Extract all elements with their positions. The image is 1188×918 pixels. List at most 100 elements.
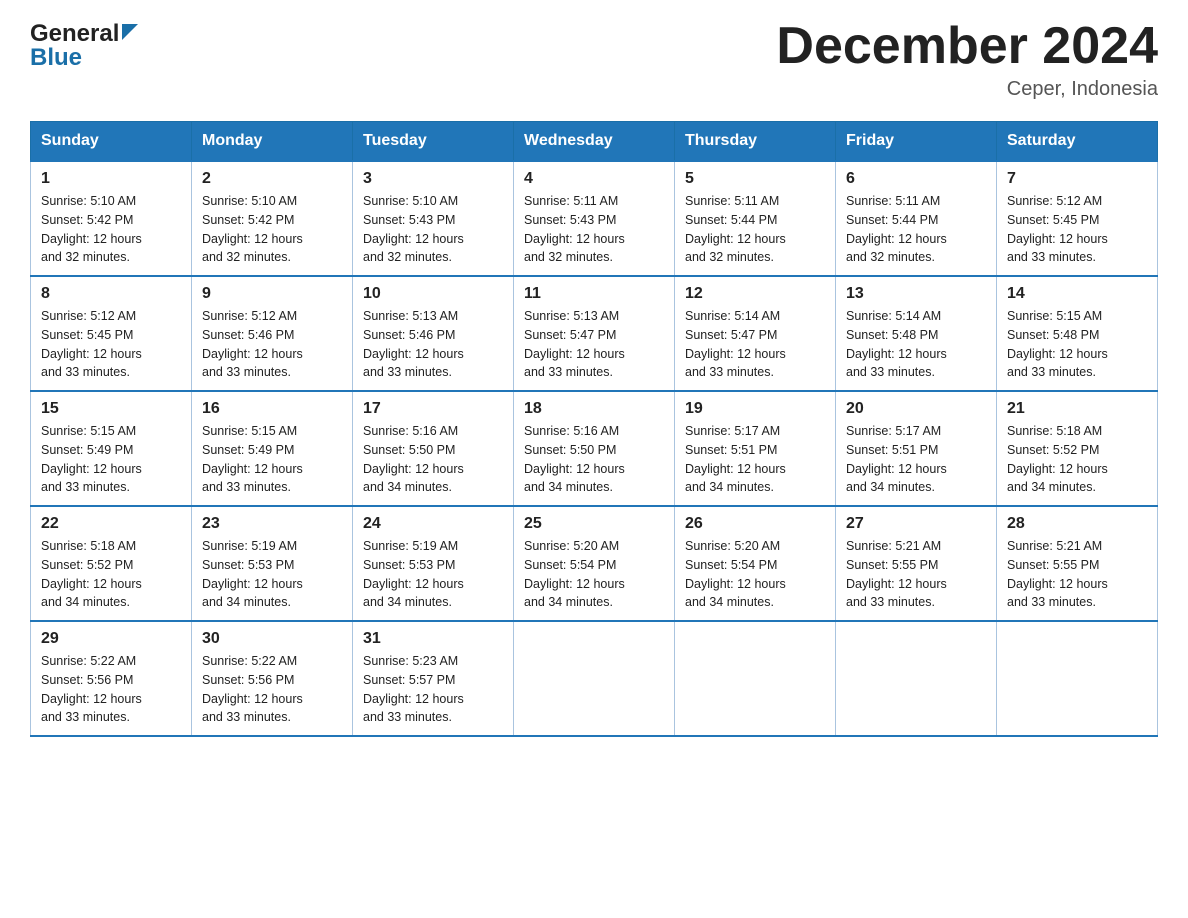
day-info: Sunrise: 5:22 AMSunset: 5:56 PMDaylight:… — [202, 654, 303, 724]
calendar-cell: 29 Sunrise: 5:22 AMSunset: 5:56 PMDaylig… — [31, 621, 192, 736]
day-info: Sunrise: 5:12 AMSunset: 5:46 PMDaylight:… — [202, 309, 303, 379]
calendar-cell: 31 Sunrise: 5:23 AMSunset: 5:57 PMDaylig… — [353, 621, 514, 736]
day-number: 31 — [363, 630, 503, 648]
calendar-cell: 21 Sunrise: 5:18 AMSunset: 5:52 PMDaylig… — [997, 391, 1158, 506]
calendar-cell: 7 Sunrise: 5:12 AMSunset: 5:45 PMDayligh… — [997, 161, 1158, 276]
day-info: Sunrise: 5:17 AMSunset: 5:51 PMDaylight:… — [685, 424, 786, 494]
calendar-cell: 12 Sunrise: 5:14 AMSunset: 5:47 PMDaylig… — [675, 276, 836, 391]
calendar-cell: 18 Sunrise: 5:16 AMSunset: 5:50 PMDaylig… — [514, 391, 675, 506]
day-number: 28 — [1007, 515, 1147, 533]
day-info: Sunrise: 5:11 AMSunset: 5:44 PMDaylight:… — [685, 194, 786, 264]
day-info: Sunrise: 5:13 AMSunset: 5:46 PMDaylight:… — [363, 309, 464, 379]
day-number: 10 — [363, 285, 503, 303]
day-info: Sunrise: 5:12 AMSunset: 5:45 PMDaylight:… — [41, 309, 142, 379]
header-friday: Friday — [836, 122, 997, 162]
calendar-cell: 30 Sunrise: 5:22 AMSunset: 5:56 PMDaylig… — [192, 621, 353, 736]
day-info: Sunrise: 5:10 AMSunset: 5:43 PMDaylight:… — [363, 194, 464, 264]
calendar-week-row: 8 Sunrise: 5:12 AMSunset: 5:45 PMDayligh… — [31, 276, 1158, 391]
day-info: Sunrise: 5:22 AMSunset: 5:56 PMDaylight:… — [41, 654, 142, 724]
header-thursday: Thursday — [675, 122, 836, 162]
title-block: December 2024 Ceper, Indonesia — [776, 20, 1158, 101]
day-number: 21 — [1007, 400, 1147, 418]
location-text: Ceper, Indonesia — [776, 78, 1158, 101]
calendar-cell — [997, 621, 1158, 736]
day-info: Sunrise: 5:16 AMSunset: 5:50 PMDaylight:… — [363, 424, 464, 494]
logo-blue-text: Blue — [30, 44, 82, 72]
day-info: Sunrise: 5:15 AMSunset: 5:48 PMDaylight:… — [1007, 309, 1108, 379]
calendar-cell: 17 Sunrise: 5:16 AMSunset: 5:50 PMDaylig… — [353, 391, 514, 506]
calendar-header-row: SundayMondayTuesdayWednesdayThursdayFrid… — [31, 122, 1158, 162]
calendar-cell: 22 Sunrise: 5:18 AMSunset: 5:52 PMDaylig… — [31, 506, 192, 621]
day-info: Sunrise: 5:21 AMSunset: 5:55 PMDaylight:… — [846, 539, 947, 609]
logo: General Blue — [30, 20, 138, 72]
month-title: December 2024 — [776, 20, 1158, 72]
calendar-cell: 19 Sunrise: 5:17 AMSunset: 5:51 PMDaylig… — [675, 391, 836, 506]
day-number: 15 — [41, 400, 181, 418]
day-info: Sunrise: 5:15 AMSunset: 5:49 PMDaylight:… — [202, 424, 303, 494]
header-monday: Monday — [192, 122, 353, 162]
day-number: 19 — [685, 400, 825, 418]
calendar-cell: 3 Sunrise: 5:10 AMSunset: 5:43 PMDayligh… — [353, 161, 514, 276]
day-info: Sunrise: 5:23 AMSunset: 5:57 PMDaylight:… — [363, 654, 464, 724]
page-header: General Blue December 2024 Ceper, Indone… — [30, 20, 1158, 101]
day-info: Sunrise: 5:18 AMSunset: 5:52 PMDaylight:… — [1007, 424, 1108, 494]
day-info: Sunrise: 5:13 AMSunset: 5:47 PMDaylight:… — [524, 309, 625, 379]
day-info: Sunrise: 5:16 AMSunset: 5:50 PMDaylight:… — [524, 424, 625, 494]
calendar-cell: 5 Sunrise: 5:11 AMSunset: 5:44 PMDayligh… — [675, 161, 836, 276]
day-number: 27 — [846, 515, 986, 533]
calendar-week-row: 15 Sunrise: 5:15 AMSunset: 5:49 PMDaylig… — [31, 391, 1158, 506]
day-number: 5 — [685, 170, 825, 188]
day-info: Sunrise: 5:19 AMSunset: 5:53 PMDaylight:… — [363, 539, 464, 609]
day-info: Sunrise: 5:20 AMSunset: 5:54 PMDaylight:… — [524, 539, 625, 609]
calendar-cell: 14 Sunrise: 5:15 AMSunset: 5:48 PMDaylig… — [997, 276, 1158, 391]
calendar-cell: 4 Sunrise: 5:11 AMSunset: 5:43 PMDayligh… — [514, 161, 675, 276]
calendar-cell: 13 Sunrise: 5:14 AMSunset: 5:48 PMDaylig… — [836, 276, 997, 391]
day-info: Sunrise: 5:15 AMSunset: 5:49 PMDaylight:… — [41, 424, 142, 494]
day-number: 17 — [363, 400, 503, 418]
day-info: Sunrise: 5:14 AMSunset: 5:48 PMDaylight:… — [846, 309, 947, 379]
day-number: 2 — [202, 170, 342, 188]
calendar-cell: 2 Sunrise: 5:10 AMSunset: 5:42 PMDayligh… — [192, 161, 353, 276]
day-number: 22 — [41, 515, 181, 533]
day-number: 26 — [685, 515, 825, 533]
day-number: 16 — [202, 400, 342, 418]
calendar-table: SundayMondayTuesdayWednesdayThursdayFrid… — [30, 121, 1158, 737]
day-info: Sunrise: 5:10 AMSunset: 5:42 PMDaylight:… — [41, 194, 142, 264]
day-number: 18 — [524, 400, 664, 418]
calendar-cell: 6 Sunrise: 5:11 AMSunset: 5:44 PMDayligh… — [836, 161, 997, 276]
day-info: Sunrise: 5:11 AMSunset: 5:44 PMDaylight:… — [846, 194, 947, 264]
day-number: 23 — [202, 515, 342, 533]
day-number: 3 — [363, 170, 503, 188]
calendar-cell — [836, 621, 997, 736]
calendar-cell: 28 Sunrise: 5:21 AMSunset: 5:55 PMDaylig… — [997, 506, 1158, 621]
calendar-cell: 11 Sunrise: 5:13 AMSunset: 5:47 PMDaylig… — [514, 276, 675, 391]
calendar-cell: 23 Sunrise: 5:19 AMSunset: 5:53 PMDaylig… — [192, 506, 353, 621]
day-number: 30 — [202, 630, 342, 648]
day-info: Sunrise: 5:12 AMSunset: 5:45 PMDaylight:… — [1007, 194, 1108, 264]
day-number: 13 — [846, 285, 986, 303]
day-info: Sunrise: 5:10 AMSunset: 5:42 PMDaylight:… — [202, 194, 303, 264]
calendar-cell: 8 Sunrise: 5:12 AMSunset: 5:45 PMDayligh… — [31, 276, 192, 391]
day-number: 14 — [1007, 285, 1147, 303]
day-number: 20 — [846, 400, 986, 418]
calendar-cell: 10 Sunrise: 5:13 AMSunset: 5:46 PMDaylig… — [353, 276, 514, 391]
day-info: Sunrise: 5:18 AMSunset: 5:52 PMDaylight:… — [41, 539, 142, 609]
day-number: 7 — [1007, 170, 1147, 188]
day-number: 12 — [685, 285, 825, 303]
header-tuesday: Tuesday — [353, 122, 514, 162]
calendar-cell — [514, 621, 675, 736]
day-number: 6 — [846, 170, 986, 188]
day-info: Sunrise: 5:21 AMSunset: 5:55 PMDaylight:… — [1007, 539, 1108, 609]
calendar-cell — [675, 621, 836, 736]
day-info: Sunrise: 5:11 AMSunset: 5:43 PMDaylight:… — [524, 194, 625, 264]
day-number: 11 — [524, 285, 664, 303]
day-number: 24 — [363, 515, 503, 533]
calendar-cell: 26 Sunrise: 5:20 AMSunset: 5:54 PMDaylig… — [675, 506, 836, 621]
day-number: 1 — [41, 170, 181, 188]
calendar-cell: 20 Sunrise: 5:17 AMSunset: 5:51 PMDaylig… — [836, 391, 997, 506]
header-wednesday: Wednesday — [514, 122, 675, 162]
calendar-week-row: 1 Sunrise: 5:10 AMSunset: 5:42 PMDayligh… — [31, 161, 1158, 276]
day-info: Sunrise: 5:20 AMSunset: 5:54 PMDaylight:… — [685, 539, 786, 609]
day-info: Sunrise: 5:17 AMSunset: 5:51 PMDaylight:… — [846, 424, 947, 494]
calendar-week-row: 22 Sunrise: 5:18 AMSunset: 5:52 PMDaylig… — [31, 506, 1158, 621]
